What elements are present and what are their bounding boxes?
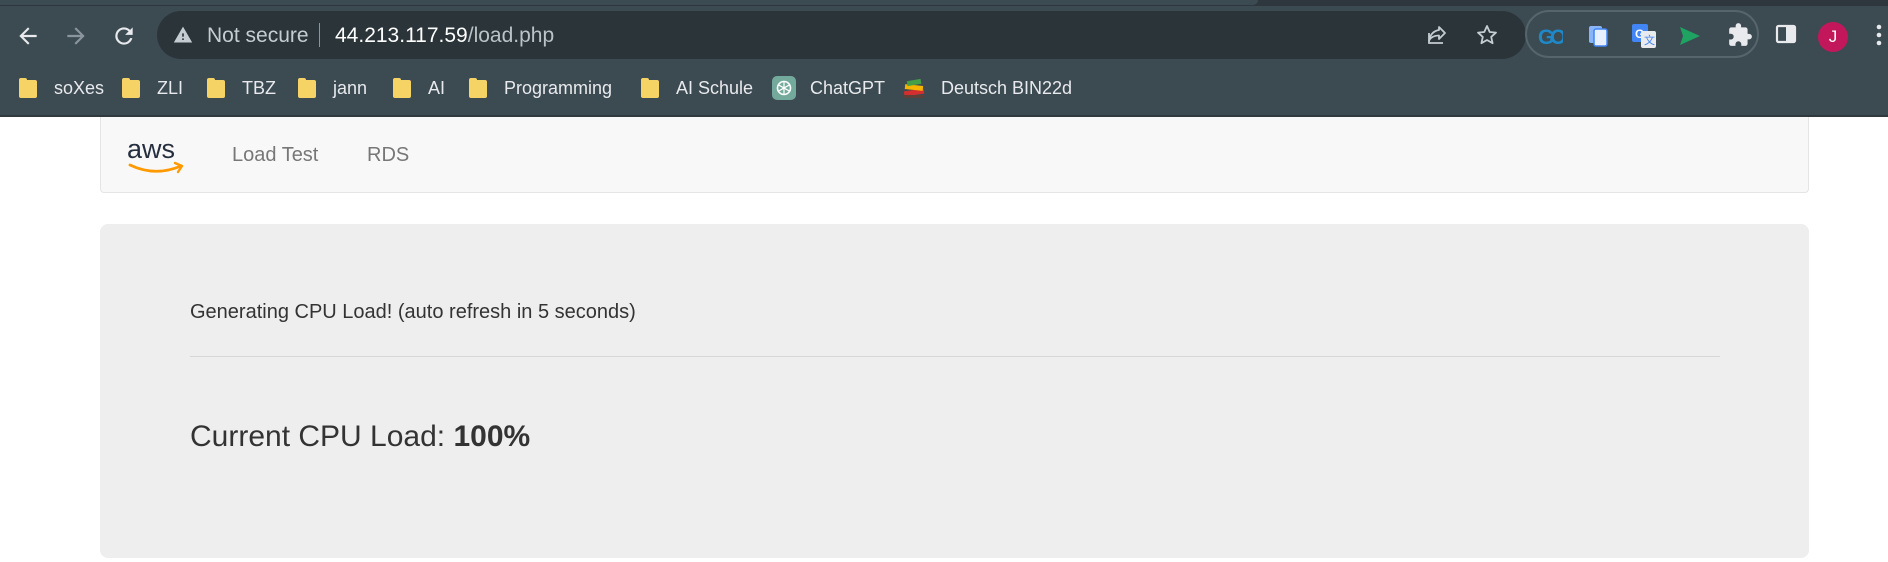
profile-avatar[interactable]: J	[1818, 22, 1848, 52]
forward-arrow-icon	[67, 27, 85, 45]
url-host: 44.213.117.59	[335, 24, 468, 47]
svg-text:文: 文	[1644, 33, 1655, 47]
site-navbar: aws Load Test RDS	[100, 117, 1809, 193]
bookmarks-bar: soXes ZLI TBZ jann AI Programming AI Sch…	[0, 68, 1888, 108]
address-bar[interactable]: Not secure 44.213.117.59/load.php	[157, 11, 1526, 59]
bookmark-label: ChatGPT	[810, 77, 886, 98]
load-panel: Generating CPU Load! (auto refresh in 5 …	[100, 224, 1809, 558]
nav-link-rds[interactable]: RDS	[367, 144, 409, 167]
bookmark-ai-schule[interactable]: AI Schule	[641, 76, 753, 100]
bookmark-zli[interactable]: ZLI	[122, 76, 183, 100]
folder-icon	[469, 78, 487, 98]
clipboard-extension-icon[interactable]	[1585, 23, 1611, 49]
folder-icon	[393, 78, 411, 98]
cpu-load-readout: Current CPU Load: 100%	[190, 420, 530, 454]
active-tab-edge	[0, 0, 1258, 5]
bookmark-label: AI	[428, 77, 446, 98]
share-icon[interactable]	[1425, 23, 1449, 47]
bookmark-star-icon[interactable]	[1475, 23, 1499, 47]
svg-text:O: O	[1550, 26, 1563, 49]
google-translate-icon[interactable]: G文	[1631, 23, 1657, 49]
warning-icon[interactable]	[173, 25, 193, 45]
back-button[interactable]	[10, 18, 46, 54]
aws-logo[interactable]: aws	[125, 135, 187, 179]
bookmark-label: jann	[333, 77, 368, 98]
reload-icon	[115, 27, 133, 45]
browser-toolbar: Not secure 44.213.117.59/load.php GO G文 …	[0, 6, 1888, 68]
bookmark-chatgpt[interactable]: ChatGPT	[772, 76, 885, 100]
books-icon	[903, 78, 925, 98]
cpu-load-value: 100%	[453, 420, 531, 453]
side-panel-icon[interactable]	[1774, 22, 1798, 46]
status-message: Generating CPU Load! (auto refresh in 5 …	[190, 301, 636, 323]
send-extension-icon[interactable]	[1677, 23, 1703, 49]
url-path: /load.php	[467, 24, 555, 47]
chatgpt-icon	[772, 76, 796, 100]
url-text[interactable]: 44.213.117.59/load.php	[335, 24, 554, 48]
forward-button[interactable]	[58, 18, 94, 54]
back-arrow-icon	[19, 27, 37, 45]
bookmark-label: Programming	[504, 77, 613, 98]
bookmark-tbz[interactable]: TBZ	[207, 76, 276, 100]
more-menu-icon[interactable]	[1874, 22, 1884, 48]
go-extension-icon[interactable]: GO	[1537, 23, 1563, 49]
folder-icon	[207, 78, 225, 98]
folder-icon	[122, 78, 140, 98]
nav-link-load-test[interactable]: Load Test	[232, 144, 318, 167]
bookmark-jann[interactable]: jann	[298, 76, 367, 100]
bookmark-ai[interactable]: AI	[393, 76, 445, 100]
bookmark-label: soXes	[54, 77, 105, 98]
divider	[190, 356, 1720, 357]
bookmark-label: ZLI	[157, 77, 184, 98]
bookmark-label: TBZ	[242, 77, 276, 98]
address-separator	[319, 23, 320, 47]
folder-icon	[19, 78, 37, 98]
bookmark-label: AI Schule	[676, 77, 754, 98]
reload-button[interactable]	[106, 18, 142, 54]
bookmark-label: Deutsch BIN22d	[941, 77, 1073, 98]
bookmark-soxes[interactable]: soXes	[19, 76, 104, 100]
folder-icon	[298, 78, 316, 98]
folder-icon	[641, 78, 659, 98]
extensions-puzzle-icon[interactable]	[1727, 22, 1753, 48]
browser-chrome: Not secure 44.213.117.59/load.php GO G文 …	[0, 0, 1888, 117]
bookmark-deutsch-bin22d[interactable]: Deutsch BIN22d	[901, 76, 1072, 100]
cpu-load-label: Current CPU Load:	[190, 420, 454, 453]
aws-logo-text: aws	[127, 135, 175, 164]
bookmark-programming[interactable]: Programming	[469, 76, 612, 100]
security-label[interactable]: Not secure	[207, 24, 309, 48]
extensions-group: GO G文	[1525, 10, 1759, 58]
